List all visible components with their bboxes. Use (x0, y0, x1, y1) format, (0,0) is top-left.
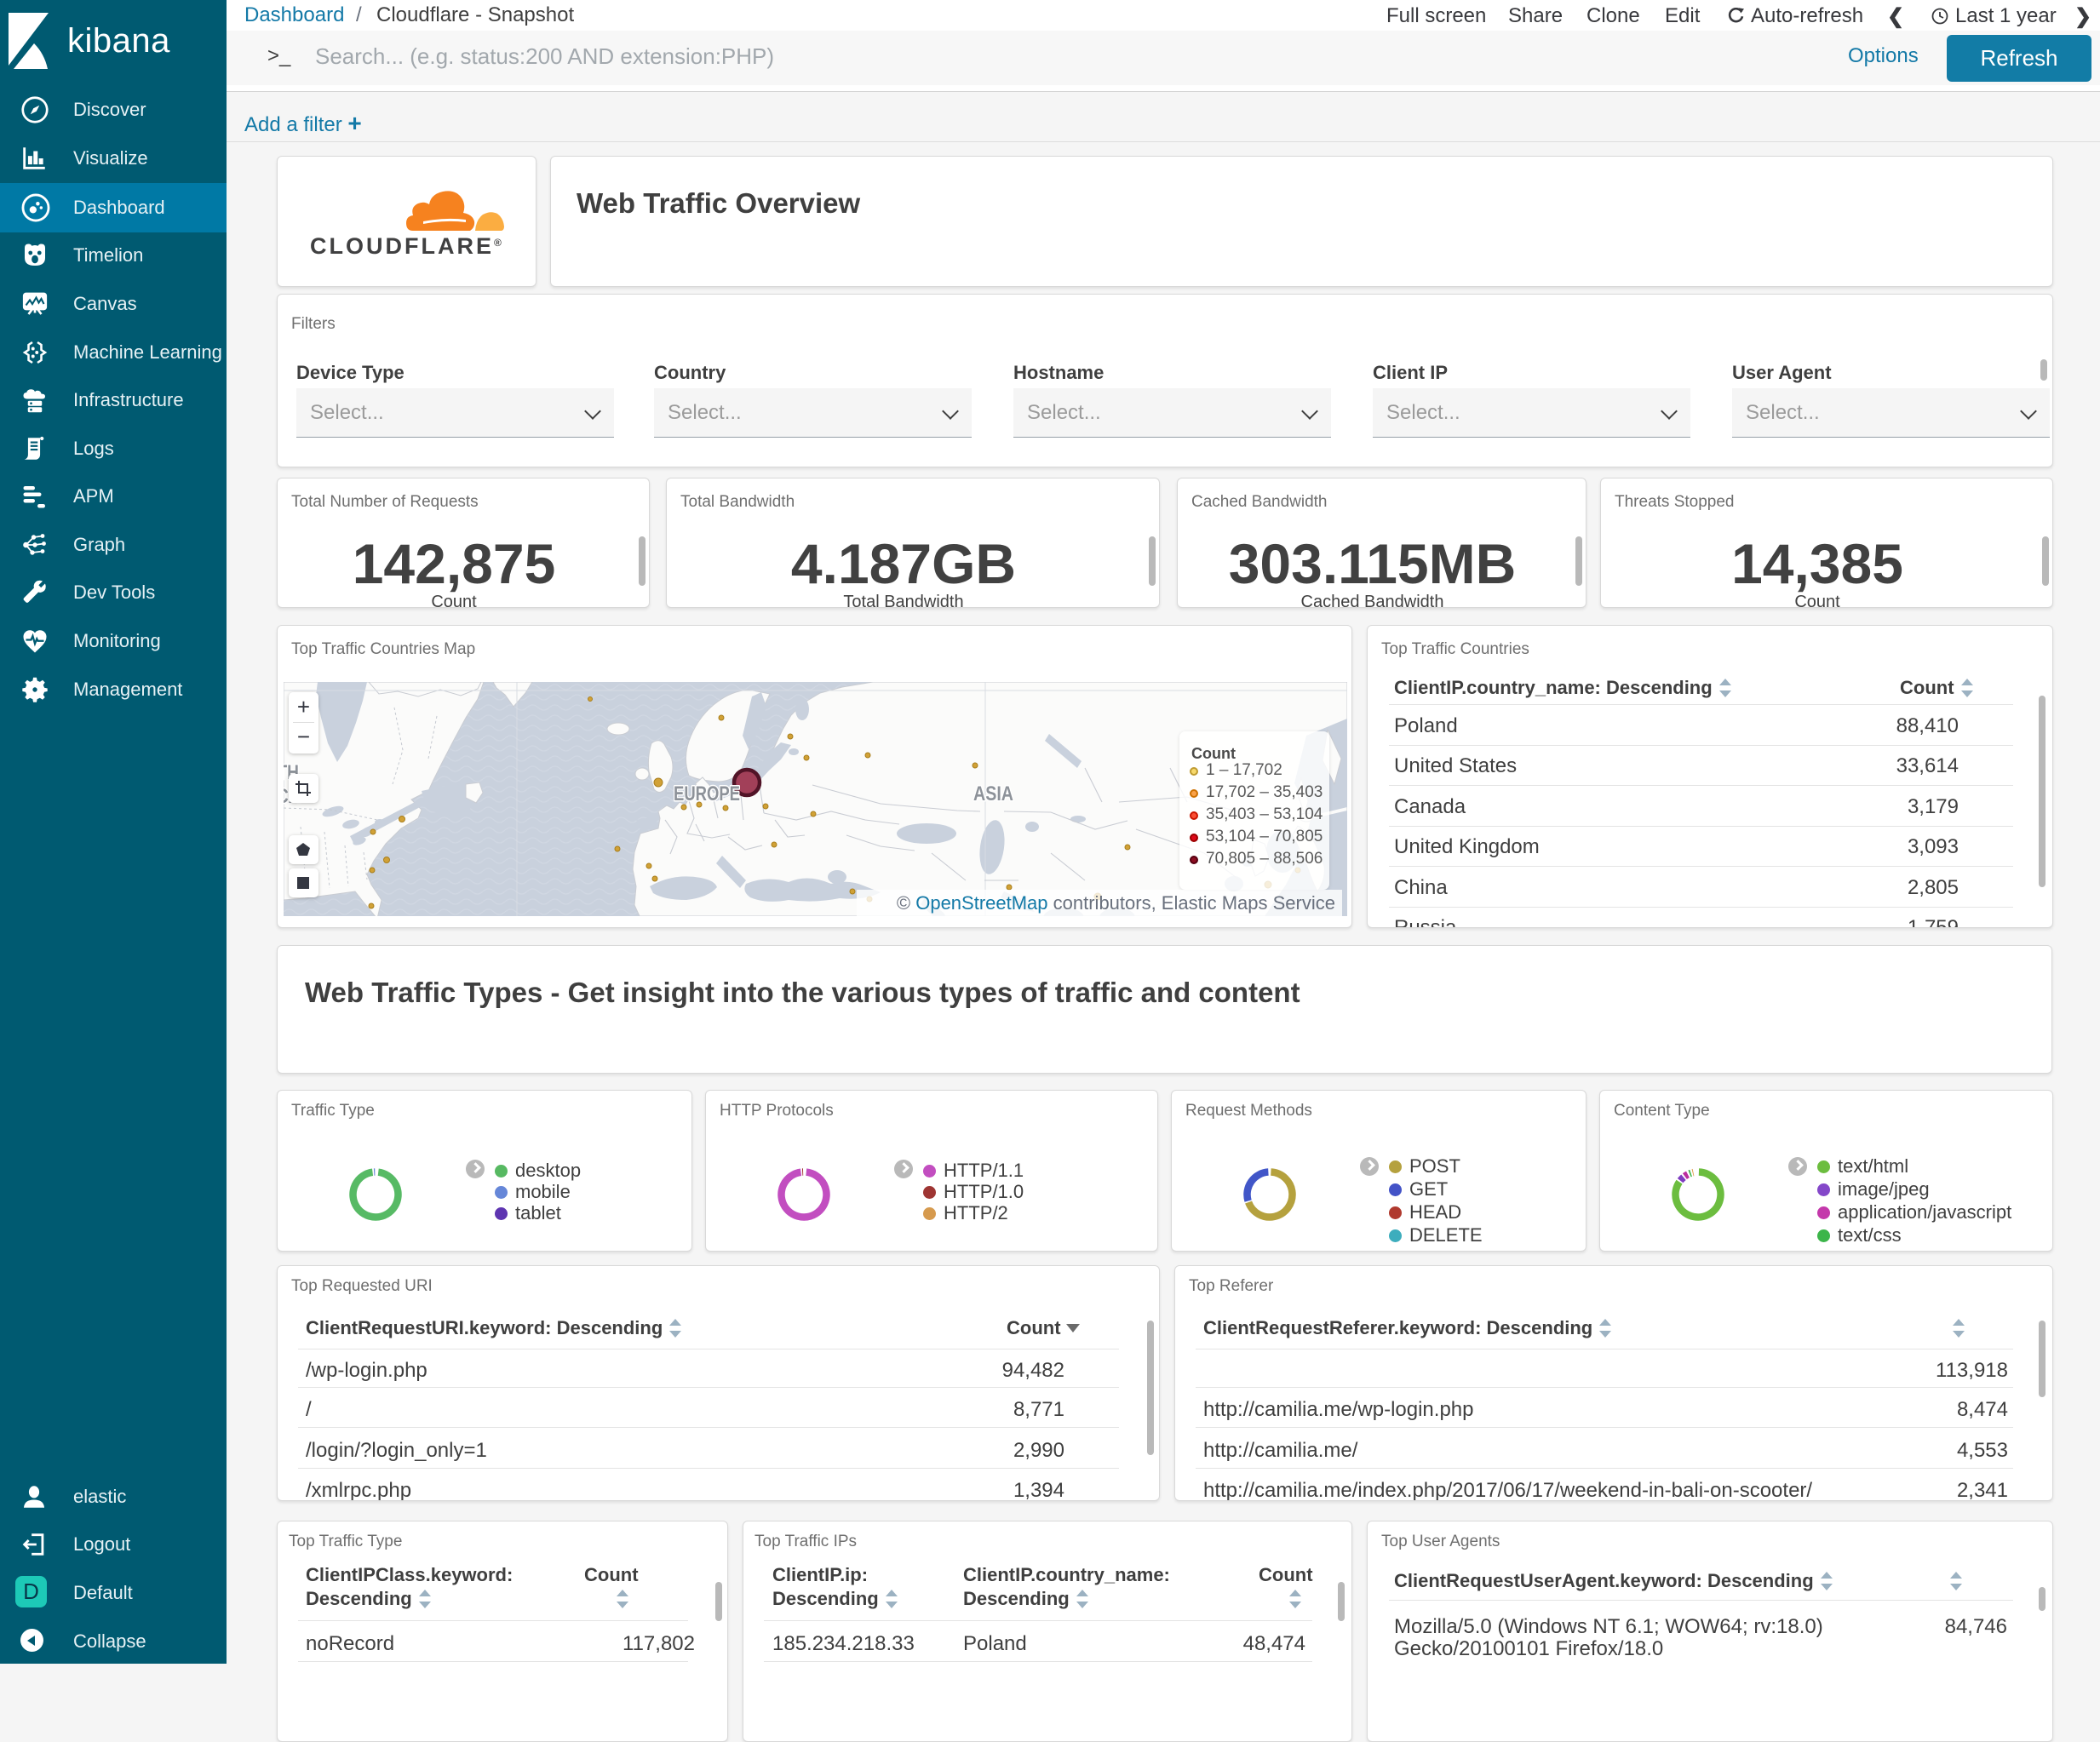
svg-text:ASIA: ASIA (973, 782, 1013, 805)
svg-text:EUROPE: EUROPE (674, 782, 740, 805)
